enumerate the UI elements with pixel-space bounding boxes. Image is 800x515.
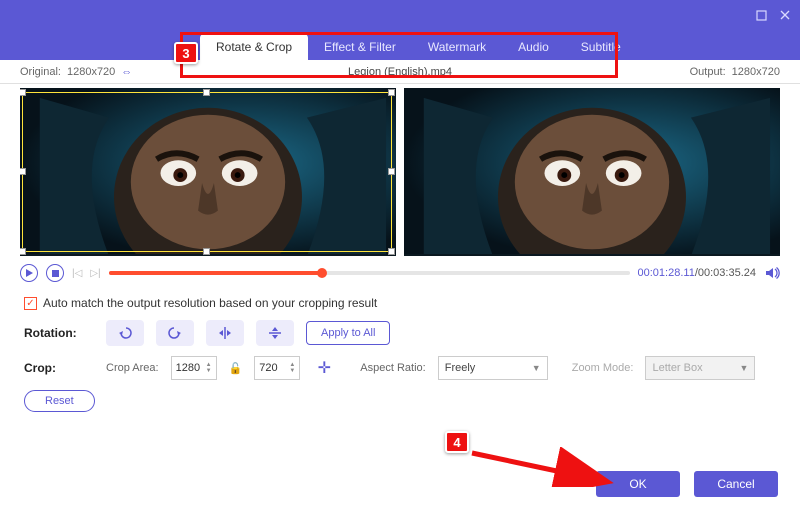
crop-height-input[interactable]: 720▲▼	[254, 356, 300, 380]
annotation-step3-badge: 3	[174, 42, 198, 64]
preview-area	[0, 84, 800, 258]
window-titlebar	[0, 0, 800, 30]
swap-icon[interactable]: ⇔	[121, 66, 132, 78]
rotate-left-button[interactable]	[106, 320, 144, 346]
settings-panel: ✓ Auto match the output resolution based…	[0, 288, 800, 426]
playback-bar: |◁ ▷| 00:01:28.11/00:03:35.24	[0, 258, 800, 288]
next-frame-button[interactable]: ▷|	[90, 268, 100, 279]
annotation-step4-badge: 4	[445, 431, 469, 453]
reset-button[interactable]: Reset	[24, 390, 95, 412]
apply-to-all-button[interactable]: Apply to All	[306, 321, 390, 345]
crop-area-label: Crop Area:	[106, 362, 159, 374]
crop-handle-mr[interactable]	[388, 168, 395, 175]
ok-button[interactable]: OK	[596, 471, 680, 497]
footer: 4 OK Cancel	[0, 461, 800, 515]
auto-match-label: Auto match the output resolution based o…	[43, 296, 377, 310]
file-info-bar: Original: 1280x720 ⇔ Legion (English).mp…	[0, 60, 800, 84]
tab-watermark[interactable]: Watermark	[412, 34, 502, 60]
cancel-button[interactable]: Cancel	[694, 471, 778, 497]
crop-handle-bm[interactable]	[203, 248, 210, 255]
zoom-mode-label: Zoom Mode:	[572, 362, 634, 374]
flip-vertical-button[interactable]	[256, 320, 294, 346]
crop-width-input[interactable]: 1280▲▼	[171, 356, 217, 380]
crop-label: Crop:	[24, 361, 94, 375]
crop-handle-tr[interactable]	[388, 89, 395, 96]
output-res-label: Output:	[690, 66, 726, 78]
aspect-ratio-label: Aspect Ratio:	[360, 362, 425, 374]
crop-handle-tm[interactable]	[203, 89, 210, 96]
tab-effect-filter[interactable]: Effect & Filter	[308, 34, 412, 60]
output-res-value: 1280x720	[732, 66, 780, 78]
rotation-label: Rotation:	[24, 326, 94, 340]
crop-handle-tl[interactable]	[20, 89, 26, 96]
seek-slider[interactable]	[109, 271, 630, 275]
close-button[interactable]	[778, 8, 792, 22]
center-crop-button[interactable]: ✛	[312, 356, 336, 380]
tab-bar: Rotate & Crop Effect & Filter Watermark …	[0, 30, 800, 60]
flip-horizontal-button[interactable]	[206, 320, 244, 346]
play-button[interactable]	[20, 264, 38, 282]
auto-match-checkbox[interactable]: ✓	[24, 297, 37, 310]
prev-frame-button[interactable]: |◁	[72, 268, 82, 279]
crop-handle-br[interactable]	[388, 248, 395, 255]
stop-button[interactable]	[46, 264, 64, 282]
crop-handle-bl[interactable]	[20, 248, 26, 255]
tab-subtitle[interactable]: Subtitle	[565, 34, 637, 60]
tab-rotate-crop[interactable]: Rotate & Crop	[200, 34, 308, 60]
volume-button[interactable]	[764, 265, 780, 281]
original-res-value: 1280x720	[67, 66, 115, 78]
timecode: 00:01:28.11/00:03:35.24	[638, 267, 756, 279]
tab-audio[interactable]: Audio	[502, 34, 565, 60]
output-preview	[404, 88, 780, 256]
lock-aspect-icon[interactable]: 🔓	[229, 362, 243, 375]
original-preview[interactable]	[20, 88, 396, 256]
aspect-ratio-select[interactable]: Freely▼	[438, 356, 548, 380]
crop-handle-ml[interactable]	[20, 168, 26, 175]
crop-rectangle[interactable]	[22, 92, 392, 252]
maximize-button[interactable]	[754, 8, 768, 22]
zoom-mode-select: Letter Box▼	[645, 356, 755, 380]
rotate-right-button[interactable]	[156, 320, 194, 346]
original-res-label: Original:	[20, 66, 61, 78]
filename-label: Legion (English).mp4	[348, 66, 452, 78]
